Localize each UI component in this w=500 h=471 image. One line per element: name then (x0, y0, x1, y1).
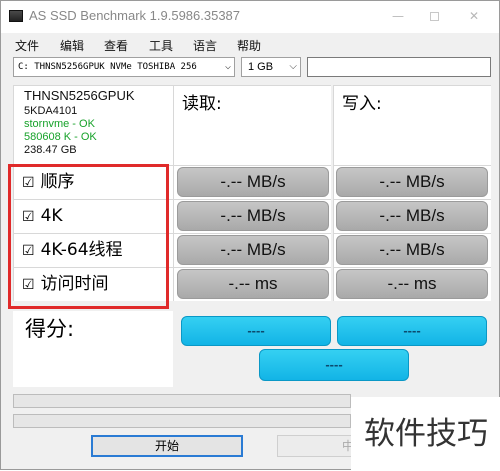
checkbox-checked-icon[interactable]: ☑ (22, 243, 35, 259)
close-button[interactable]: ✕ (459, 5, 489, 27)
read-score-button[interactable]: ---- (181, 316, 331, 346)
checkbox-checked-icon[interactable]: ☑ (22, 277, 35, 293)
size-dropdown[interactable]: 1 GB ⌵ (241, 57, 301, 77)
driver-status: stornvme - OK (24, 118, 95, 130)
write-score-button[interactable]: ---- (337, 316, 487, 346)
app-window: AS SSD Benchmark 1.9.5986.35387 — ✕ 文件 编… (0, 0, 500, 471)
drive-info-panel: THNSN5256GPUK 5KDA4101 stornvme - OK 580… (13, 85, 173, 165)
drive-dropdown[interactable]: C: THNSN5256GPUK NVMe TOSHIBA 256 ⌵ (13, 57, 235, 77)
access-read-result[interactable]: -.-- ms (177, 269, 329, 299)
test-row-seq[interactable]: ☑ 顺序 (13, 165, 173, 199)
score-label: 得分: (13, 311, 173, 387)
start-button[interactable]: 开始 (91, 435, 243, 457)
test-label: 访问时间 (40, 274, 109, 294)
abort-button[interactable]: 中 (277, 435, 357, 457)
total-score-button[interactable]: ---- (259, 349, 409, 381)
menu-edit[interactable]: 编辑 (60, 37, 84, 54)
menu-file[interactable]: 文件 (15, 37, 39, 54)
size-dropdown-value: 1 GB (248, 61, 274, 73)
access-write-result[interactable]: -.-- ms (336, 269, 488, 299)
window-title: AS SSD Benchmark 1.9.5986.35387 (29, 8, 241, 23)
menu-language[interactable]: 语言 (193, 37, 217, 54)
result-text-field[interactable] (307, 57, 491, 77)
alignment-status: 580608 K - OK (24, 131, 97, 143)
chevron-down-icon: ⌵ (289, 61, 297, 72)
menu-bar: 文件 编辑 查看 工具 语言 帮助 (1, 33, 499, 55)
4k-read-result[interactable]: -.-- MB/s (177, 201, 329, 231)
benchmark-grid: THNSN5256GPUK 5KDA4101 stornvme - OK 580… (13, 85, 491, 311)
drive-model: THNSN5256GPUK (24, 88, 135, 103)
seq-write-result[interactable]: -.-- MB/s (336, 167, 488, 197)
4k-64-read-result[interactable]: -.-- MB/s (177, 235, 329, 265)
maximize-icon (429, 12, 439, 21)
checkbox-checked-icon[interactable]: ☑ (22, 175, 35, 191)
drive-firmware: 5KDA4101 (24, 105, 78, 117)
app-icon (9, 10, 23, 22)
drive-capacity: 238.47 GB (24, 144, 77, 156)
write-column-header: 写入: (333, 85, 491, 165)
minimize-button[interactable]: — (383, 5, 413, 27)
progress-bar-top (13, 394, 351, 408)
drive-dropdown-value: C: THNSN5256GPUK NVMe TOSHIBA 256 (18, 62, 197, 72)
seq-read-result[interactable]: -.-- MB/s (177, 167, 329, 197)
test-label: 4K (40, 206, 63, 226)
test-row-4k-64[interactable]: ☑ 4K-64线程 (13, 233, 173, 267)
menu-tools[interactable]: 工具 (149, 37, 173, 54)
4k-write-result[interactable]: -.-- MB/s (336, 201, 488, 231)
test-label: 4K-64线程 (40, 240, 123, 260)
read-column-header: 读取: (173, 85, 331, 165)
menu-view[interactable]: 查看 (104, 37, 128, 54)
4k-64-write-result[interactable]: -.-- MB/s (336, 235, 488, 265)
test-row-4k[interactable]: ☑ 4K (13, 199, 173, 233)
chevron-down-icon: ⌵ (224, 61, 231, 72)
watermark-overlay: 软件技巧 (351, 397, 500, 471)
test-row-access-time[interactable]: ☑ 访问时间 (13, 267, 173, 301)
menu-help[interactable]: 帮助 (237, 37, 261, 54)
checkbox-checked-icon[interactable]: ☑ (22, 209, 35, 225)
maximize-button[interactable] (419, 5, 449, 27)
progress-bar-bottom (13, 414, 351, 428)
title-bar: AS SSD Benchmark 1.9.5986.35387 — ✕ (1, 1, 499, 33)
test-label: 顺序 (40, 172, 75, 192)
